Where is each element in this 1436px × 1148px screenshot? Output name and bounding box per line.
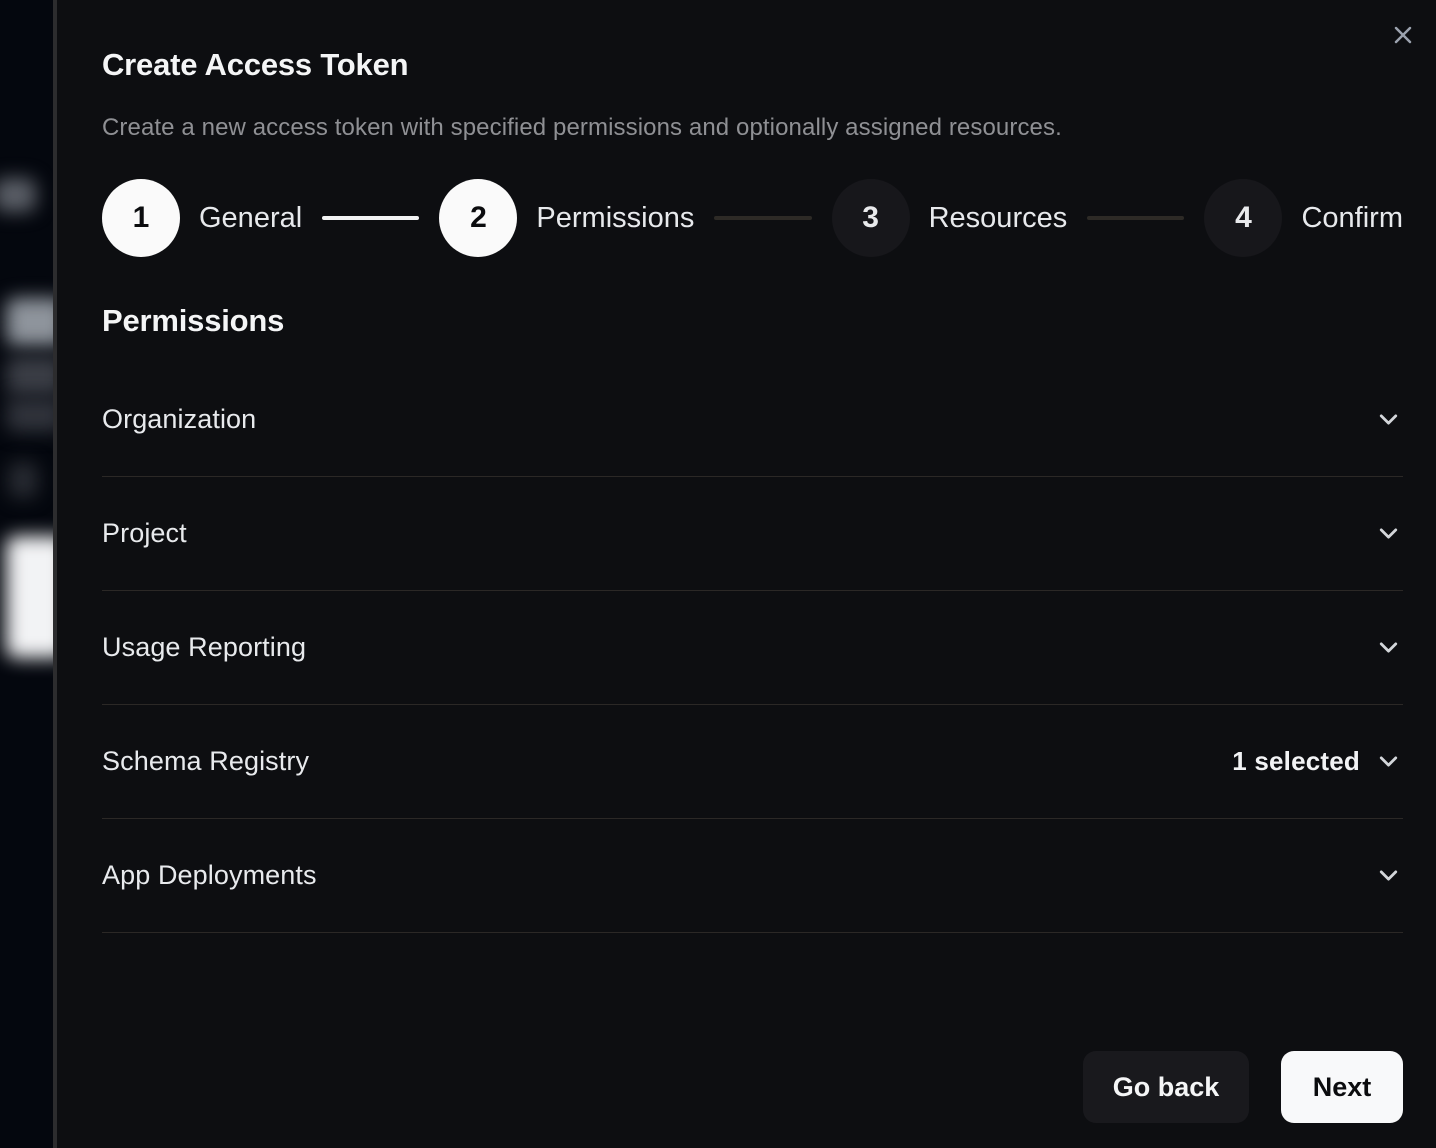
permissions-accordion-list: Organization Project Usage Reporting: [102, 363, 1403, 933]
accordion-usage-reporting[interactable]: Usage Reporting: [102, 591, 1403, 705]
step-label: Permissions: [536, 202, 694, 235]
go-back-button[interactable]: Go back: [1083, 1051, 1249, 1123]
background-blur-blob: [0, 178, 36, 212]
step-connector: [714, 216, 811, 220]
accordion-label: Usage Reporting: [102, 632, 306, 663]
step-number-badge: 2: [439, 179, 517, 257]
accordion-label: Schema Registry: [102, 746, 309, 777]
background-page: [0, 0, 53, 1148]
chevron-down-icon: [1374, 633, 1403, 662]
chevron-down-icon: [1374, 405, 1403, 434]
modal-subtitle: Create a new access token with specified…: [102, 114, 1403, 142]
accordion-label: Organization: [102, 404, 256, 435]
selected-count-badge: 1 selected: [1232, 746, 1360, 777]
accordion-schema-registry[interactable]: Schema Registry 1 selected: [102, 705, 1403, 819]
accordion-organization[interactable]: Organization: [102, 363, 1403, 477]
accordion-label: Project: [102, 518, 187, 549]
background-blur-blob: [6, 536, 53, 658]
step-general[interactable]: 1 General: [102, 179, 302, 257]
step-resources[interactable]: 3 Resources: [832, 179, 1068, 257]
step-permissions[interactable]: 2 Permissions: [439, 179, 694, 257]
accordion-app-deployments[interactable]: App Deployments: [102, 819, 1403, 933]
next-button[interactable]: Next: [1281, 1051, 1403, 1123]
wizard-stepper: 1 General 2 Permissions 3 Resources 4 Co…: [102, 179, 1403, 257]
step-connector: [322, 216, 419, 220]
chevron-down-icon: [1374, 519, 1403, 548]
step-confirm[interactable]: 4 Confirm: [1204, 179, 1403, 257]
background-blur-blob: [6, 356, 53, 396]
modal-footer: Go back Next: [102, 1051, 1403, 1123]
step-number-badge: 1: [102, 179, 180, 257]
background-blur-blob: [6, 298, 53, 346]
accordion-project[interactable]: Project: [102, 477, 1403, 591]
page-title: Create Access Token: [102, 47, 1403, 83]
background-blur-blob: [6, 398, 53, 432]
step-number-badge: 4: [1204, 179, 1282, 257]
background-blur-blob: [8, 462, 38, 498]
step-connector: [1087, 216, 1184, 220]
chevron-down-icon: [1374, 747, 1403, 776]
step-label: Resources: [929, 202, 1068, 235]
step-number-badge: 3: [832, 179, 910, 257]
chevron-down-icon: [1374, 861, 1403, 890]
step-label: Confirm: [1301, 202, 1403, 235]
create-access-token-modal: Create Access Token Create a new access …: [57, 0, 1436, 1148]
accordion-label: App Deployments: [102, 860, 317, 891]
close-icon: [1389, 21, 1417, 49]
step-label: General: [199, 202, 302, 235]
section-heading-permissions: Permissions: [102, 303, 1403, 339]
close-button[interactable]: [1388, 20, 1418, 50]
